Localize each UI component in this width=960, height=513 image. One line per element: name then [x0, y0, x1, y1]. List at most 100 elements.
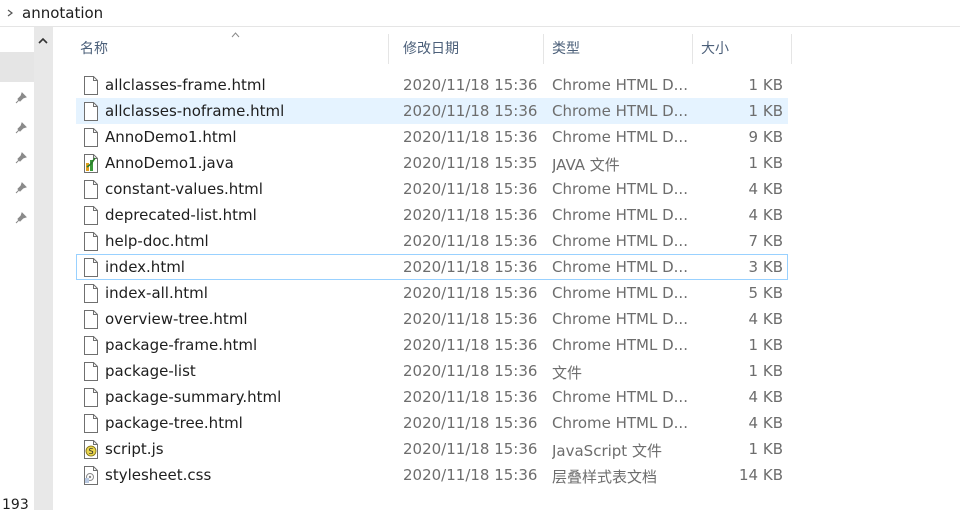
file-type: Chrome HTML D...: [552, 206, 688, 224]
file-row[interactable]: AnnoDemo1.html 2020/11/18 15:36 Chrome HTM…: [76, 124, 788, 150]
file-size: 4 KB: [748, 206, 783, 224]
html-file-icon: [84, 284, 98, 303]
js-file-icon: S: [84, 440, 98, 459]
file-date: 2020/11/18 15:36: [403, 102, 538, 120]
file-type: Chrome HTML D...: [552, 128, 688, 146]
file-date: 2020/11/18 15:35: [403, 154, 538, 172]
file-date: 2020/11/18 15:36: [403, 414, 538, 432]
file-name: allclasses-noframe.html: [105, 102, 285, 120]
file-size: 3 KB: [748, 258, 783, 276]
html-file-icon: [84, 206, 98, 225]
file-row[interactable]: allclasses-frame.html 2020/11/18 15:36 Chr…: [76, 72, 788, 98]
file-name: help-doc.html: [105, 232, 209, 250]
file-name: constant-values.html: [105, 180, 263, 198]
file-type: 层叠样式表文档: [552, 468, 658, 486]
file-row[interactable]: constant-values.html 2020/11/18 15:36 Chro…: [76, 176, 788, 202]
file-date: 2020/11/18 15:36: [403, 440, 538, 458]
nav-line-number: 193: [2, 497, 29, 513]
html-file-icon: [84, 258, 98, 277]
column-header-date[interactable]: 修改日期: [396, 34, 544, 64]
html-file-icon: [84, 232, 98, 251]
pin-icon[interactable]: [15, 152, 27, 164]
file-date: 2020/11/18 15:36: [403, 180, 538, 198]
file-row[interactable]: deprecated-list.html 2020/11/18 15:36 Chro…: [76, 202, 788, 228]
pin-icon[interactable]: [15, 92, 27, 104]
file-name: deprecated-list.html: [105, 206, 257, 224]
navigation-pane: 193: [0, 27, 34, 513]
file-size: 1 KB: [748, 154, 783, 172]
file-row[interactable]: allclasses-noframe.html 2020/11/18 15:36 C…: [76, 98, 788, 124]
html-file-icon: [84, 102, 98, 121]
file-row[interactable]: AnnoDemo1.java 2020/11/18 15:35 JAVA 文件 1 K…: [76, 150, 788, 176]
file-row[interactable]: index.html 2020/11/18 15:36 Chrome HTML D.…: [76, 254, 788, 280]
file-date: 2020/11/18 15:36: [403, 128, 538, 146]
column-header-type[interactable]: 类型: [545, 34, 693, 64]
file-type: Chrome HTML D...: [552, 232, 688, 250]
file-name: AnnoDemo1.java: [105, 154, 234, 172]
file-type: Chrome HTML D...: [552, 180, 688, 198]
chevron-right-icon[interactable]: [6, 9, 14, 17]
file-type: JavaScript 文件: [552, 442, 662, 460]
column-header-name[interactable]: 名称: [74, 34, 389, 64]
html-file-icon: [84, 180, 98, 199]
svg-text:S: S: [88, 447, 93, 456]
file-type: Chrome HTML D...: [552, 388, 688, 406]
file-type: JAVA 文件: [552, 156, 620, 174]
file-row[interactable]: package-frame.html 2020/11/18 15:36 Chrome…: [76, 332, 788, 358]
file-size: 7 KB: [748, 232, 783, 250]
file-date: 2020/11/18 15:36: [403, 362, 538, 380]
file-name: package-list: [105, 362, 196, 380]
file-size: 4 KB: [748, 180, 783, 198]
breadcrumb-folder[interactable]: annotation: [22, 4, 103, 22]
file-size: 1 KB: [748, 440, 783, 458]
file-size: 14 KB: [739, 466, 783, 484]
file-name: script.js: [105, 440, 164, 458]
file-row[interactable]: index-all.html 2020/11/18 15:36 Chrome HTM…: [76, 280, 788, 306]
file-row[interactable]: overview-tree.html 2020/11/18 15:36 Chrome…: [76, 306, 788, 332]
file-name: index.html: [105, 258, 185, 276]
file-name: package-tree.html: [105, 414, 243, 432]
file-type: 文件: [552, 364, 583, 382]
file-row[interactable]: package-list 2020/11/18 15:36 文件 1 KB: [76, 358, 788, 384]
file-type: Chrome HTML D...: [552, 414, 688, 432]
pin-icon[interactable]: [15, 182, 27, 194]
java-file-icon: [84, 154, 98, 173]
file-name: index-all.html: [105, 284, 208, 302]
file-date: 2020/11/18 15:36: [403, 310, 538, 328]
file-size: 4 KB: [748, 310, 783, 328]
file-row[interactable]: stylesheet.css 2020/11/18 15:36 层叠样式表文档 14 …: [76, 462, 788, 488]
html-file-icon: [84, 76, 98, 95]
css-file-icon: [84, 466, 98, 485]
file-icon: [84, 362, 98, 381]
file-name: overview-tree.html: [105, 310, 248, 328]
html-file-icon: [84, 310, 98, 329]
html-file-icon: [84, 414, 98, 433]
file-date: 2020/11/18 15:36: [403, 336, 538, 354]
file-type: Chrome HTML D...: [552, 258, 688, 276]
file-size: 1 KB: [748, 102, 783, 120]
column-header: 名称 修改日期 类型 大小: [74, 32, 794, 64]
file-date: 2020/11/18 15:36: [403, 466, 538, 484]
scroll-up-arrow-icon[interactable]: [37, 35, 49, 47]
column-header-size[interactable]: 大小: [694, 34, 792, 64]
nav-selected-item[interactable]: [0, 52, 34, 82]
vertical-scrollbar[interactable]: [34, 27, 53, 510]
file-type: Chrome HTML D...: [552, 336, 688, 354]
file-size: 1 KB: [748, 336, 783, 354]
html-file-icon: [84, 336, 98, 355]
file-size: 5 KB: [748, 284, 783, 302]
file-row[interactable]: package-tree.html 2020/11/18 15:36 Chrome …: [76, 410, 788, 436]
pin-icon[interactable]: [15, 122, 27, 134]
file-row[interactable]: package-summary.html 2020/11/18 15:36 Chro…: [76, 384, 788, 410]
pin-icon[interactable]: [15, 212, 27, 224]
file-row[interactable]: Sscript.js 2020/11/18 15:36 JavaScript 文件 1…: [76, 436, 788, 462]
file-date: 2020/11/18 15:36: [403, 206, 538, 224]
file-date: 2020/11/18 15:36: [403, 76, 538, 94]
file-size: 4 KB: [748, 414, 783, 432]
file-date: 2020/11/18 15:36: [403, 232, 538, 250]
file-date: 2020/11/18 15:36: [403, 284, 538, 302]
file-name: package-summary.html: [105, 388, 282, 406]
breadcrumb[interactable]: annotation: [0, 0, 960, 27]
file-row[interactable]: help-doc.html 2020/11/18 15:36 Chrome HTML…: [76, 228, 788, 254]
file-date: 2020/11/18 15:36: [403, 388, 538, 406]
